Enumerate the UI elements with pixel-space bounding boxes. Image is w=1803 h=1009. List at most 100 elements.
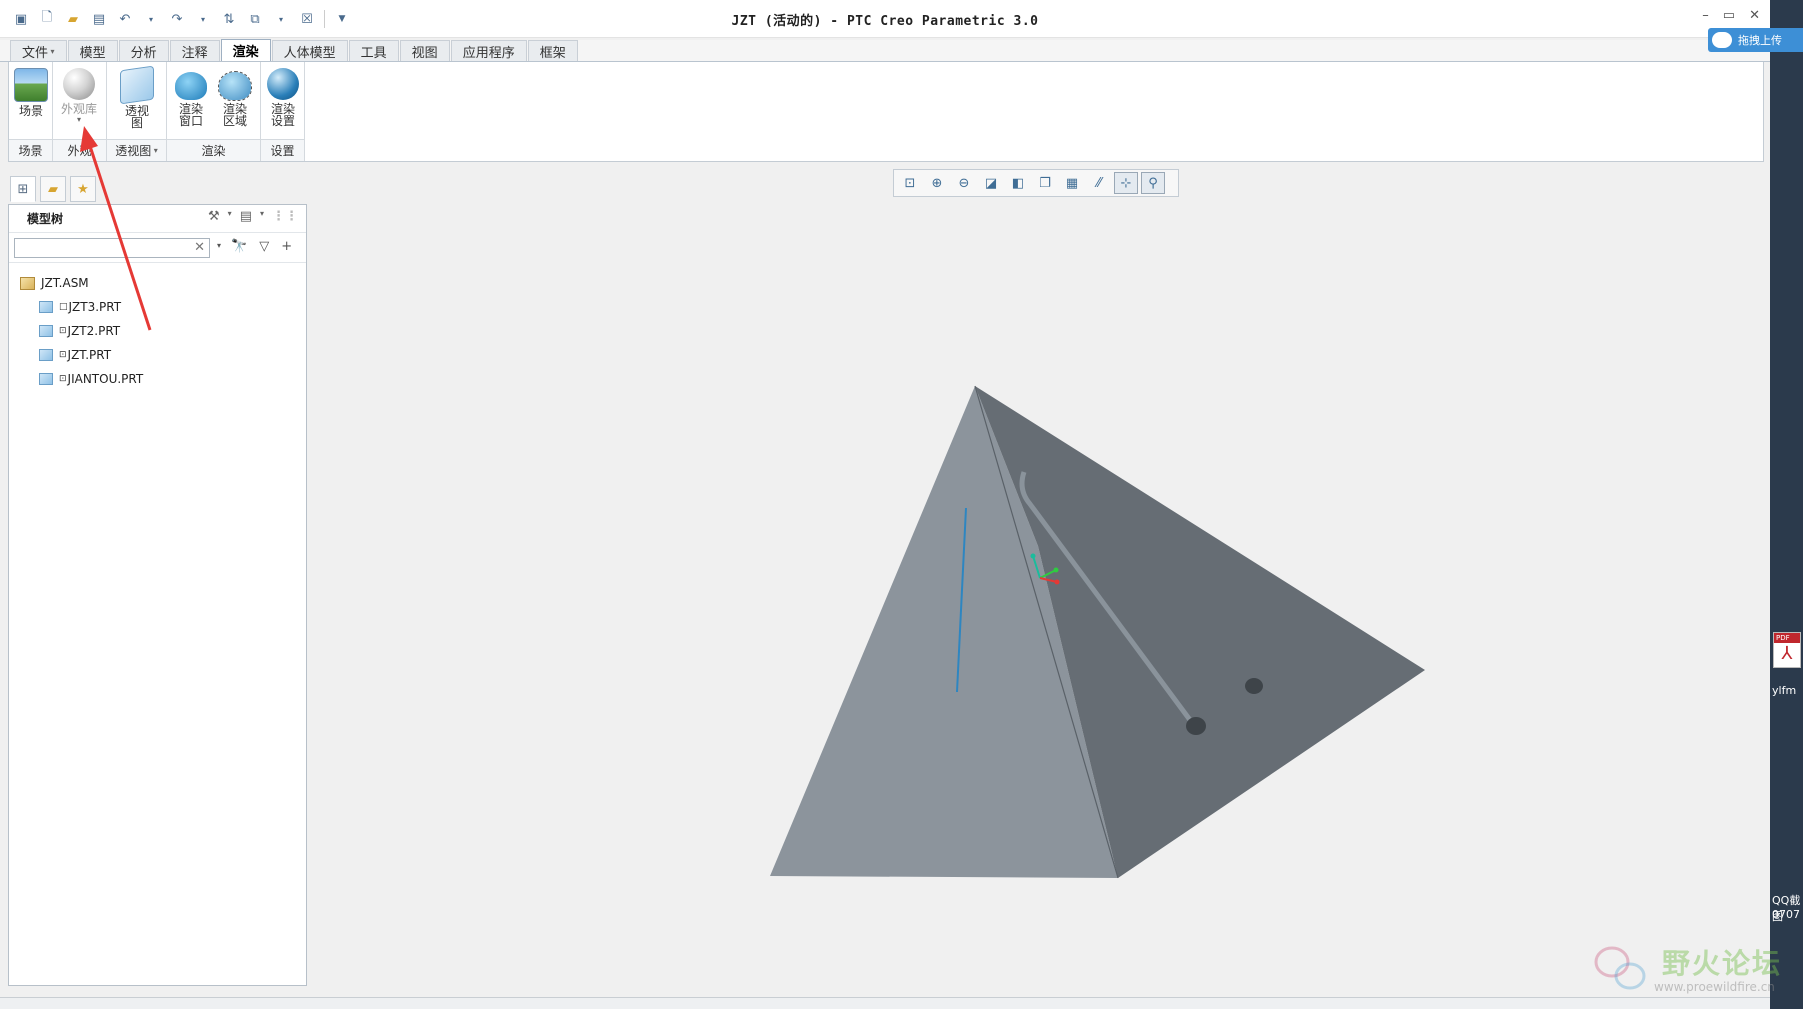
repaint-icon[interactable]: ◪ — [979, 172, 1003, 194]
graphics-area[interactable] — [312, 200, 1764, 986]
chevron-down-icon: ▾ — [48, 46, 55, 56]
part-icon — [39, 301, 53, 313]
part-marker-icon: ⊡ — [59, 350, 67, 360]
part-marker-icon: □ — [59, 302, 68, 312]
render-region-button[interactable]: 渲染区域 — [213, 68, 257, 127]
forum-watermark: 野火论坛 www.proewildfire.cn — [1592, 940, 1802, 1000]
acrobat-icon: ⅄ — [1781, 643, 1793, 664]
filter-icon[interactable]: ▽ — [259, 239, 269, 254]
butterfly-logo-icon — [1594, 946, 1646, 990]
tree-item-jiantou[interactable]: ⊡ JIANTOU.PRT — [9, 367, 306, 391]
clear-search-icon[interactable]: ✕ — [194, 240, 205, 255]
boss-feature-1 — [1186, 717, 1206, 735]
tree-filter-icon[interactable]: ⋮⋮ — [272, 209, 298, 224]
group-label-render: 渲染 — [167, 139, 260, 161]
part-icon — [39, 349, 53, 361]
part-icon — [39, 325, 53, 337]
part-icon — [39, 373, 53, 385]
tab-render[interactable]: 渲染 — [220, 39, 271, 61]
tab-tools[interactable]: 工具 — [348, 40, 399, 61]
tab-analysis[interactable]: 分析 — [118, 40, 169, 61]
assembly-icon — [20, 276, 35, 290]
model-tree-panel: 模型树 ⚒ ▾ ▤ ▾ ⋮⋮ ✕ ▾ 🔭 ▽ + JZT.ASM □ JZT3.… — [8, 204, 307, 986]
model-tree: JZT.ASM □ JZT3.PRT ⊡ JZT2.PRT ⊡ JZT.PRT … — [9, 263, 306, 391]
group-appearance: 外观库 ▾ 外观 — [53, 62, 107, 161]
tab-applications[interactable]: 应用程序 — [450, 40, 527, 61]
refit-icon[interactable]: ⊡ — [898, 172, 922, 194]
close-icon[interactable]: ✕ — [1749, 8, 1760, 23]
group-label-scene: 场景 — [9, 139, 52, 161]
tree-root-item[interactable]: JZT.ASM — [9, 271, 306, 295]
navigator-tabs: ⊞ ▰ ★ — [10, 176, 96, 202]
add-icon[interactable]: + — [281, 239, 292, 254]
boss-feature-2 — [1245, 678, 1263, 694]
view-manager-icon[interactable]: ▦ — [1060, 172, 1084, 194]
appearance-gallery-button[interactable]: 外观库 ▾ — [57, 68, 101, 124]
model-tree-header: 模型树 ⚒ ▾ ▤ ▾ ⋮⋮ — [9, 205, 306, 233]
teapot-region-icon — [218, 71, 252, 101]
group-scene: 场景 场景 — [9, 62, 53, 161]
perspective-button[interactable]: 透视图 — [115, 65, 159, 129]
model-tree-tab-icon[interactable]: ⊞ — [10, 176, 36, 202]
tree-settings-icon[interactable]: ⚒ — [208, 209, 220, 224]
saved-orientations-icon[interactable]: ❐ — [1033, 172, 1057, 194]
render-window-button[interactable]: 渲染窗口 — [169, 68, 213, 127]
pdf-file-icon[interactable]: PDF ⅄ — [1773, 632, 1801, 668]
tab-framework[interactable]: 框架 — [527, 40, 578, 61]
part-marker-icon: ⊡ — [59, 326, 67, 336]
tab-model[interactable]: 模型 — [67, 40, 118, 61]
group-label-appearance: 外观 — [53, 139, 106, 161]
model-tree-search-row: ✕ ▾ 🔭 ▽ + — [9, 233, 306, 263]
tree-item-jzt2[interactable]: ⊡ JZT2.PRT — [9, 319, 306, 343]
shortcut-label-2: 0707 — [1772, 908, 1800, 921]
spin-center-icon[interactable]: ⊹ — [1114, 172, 1138, 194]
render-settings-icon — [267, 68, 299, 100]
window-controls: – ▭ ✕ — [1702, 8, 1760, 23]
scene-button[interactable]: 场景 — [9, 68, 53, 117]
tab-view[interactable]: 视图 — [399, 40, 450, 61]
drag-upload-widget[interactable]: 拖拽上传 — [1708, 28, 1803, 52]
favorites-tab-icon[interactable]: ★ — [70, 176, 96, 202]
title-bar: ▣ 🗋 ▰ ▤ ↶ ▾ ↷ ▾ ⇅ ⧉ ▾ ☒ ▼ JZT (活动的) - PT… — [0, 0, 1770, 38]
desktop-background — [1770, 0, 1803, 1009]
tab-file[interactable]: 文件 ▾ — [10, 40, 67, 61]
model-tree-tools: ⚒ ▾ ▤ ▾ ⋮⋮ — [208, 209, 298, 224]
model-tree-search-input[interactable]: ✕ — [14, 237, 210, 258]
annotation-display-icon[interactable]: ⚲ — [1141, 172, 1165, 194]
display-style-icon[interactable]: ◧ — [1006, 172, 1030, 194]
ribbon-panel: 场景 场景 外观库 ▾ 外观 透视图 透视图 ▾ 渲染窗口 渲染区域 渲染 渲染… — [8, 62, 1764, 162]
tree-item-jzt3[interactable]: □ JZT3.PRT — [9, 295, 306, 319]
tree-item-jzt[interactable]: ⊡ JZT.PRT — [9, 343, 306, 367]
tab-annotate[interactable]: 注释 — [169, 40, 220, 61]
window-title: JZT (活动的) - PTC Creo Parametric 3.0 — [731, 14, 1039, 29]
group-settings: 渲染设置 设置 — [261, 62, 305, 161]
group-label-perspective[interactable]: 透视图 ▾ — [107, 139, 166, 161]
datum-display-icon[interactable]: ⁄⁄ — [1087, 172, 1111, 194]
ribbon-tabs: 文件 ▾ 模型 分析 注释 渲染 人体模型 工具 视图 应用程序 框架 — [0, 39, 1770, 62]
teapot-icon — [175, 72, 207, 100]
group-render: 渲染窗口 渲染区域 渲染 — [167, 62, 261, 161]
binoculars-icon[interactable]: 🔭 — [231, 239, 247, 254]
zoom-out-icon[interactable]: ⊖ — [952, 172, 976, 194]
pdf-file-label: ylfm — [1772, 684, 1797, 697]
show-options-icon[interactable]: ▤ — [240, 209, 252, 224]
creo-window: ▣ 🗋 ▰ ▤ ↶ ▾ ↷ ▾ ⇅ ⧉ ▾ ☒ ▼ JZT (活动的) - PT… — [0, 0, 1803, 1009]
graphics-toolbar: ⊡ ⊕ ⊖ ◪ ◧ ❐ ▦ ⁄⁄ ⊹ ⚲ — [893, 169, 1179, 197]
search-dropdown-icon[interactable]: ▾ — [217, 241, 221, 250]
part-marker-icon: ⊡ — [59, 374, 67, 384]
perspective-cube-icon — [120, 65, 154, 105]
search-tools: 🔭 ▽ + — [231, 239, 292, 254]
tab-manikin[interactable]: 人体模型 — [271, 40, 348, 61]
group-label-settings: 设置 — [261, 139, 304, 161]
maximize-icon[interactable]: ▭ — [1723, 8, 1735, 23]
zoom-in-icon[interactable]: ⊕ — [925, 172, 949, 194]
watermark-url: www.proewildfire.cn — [1654, 980, 1775, 994]
chevron-down-icon[interactable]: ▾ — [260, 209, 264, 224]
chevron-down-icon[interactable]: ▾ — [228, 209, 232, 224]
folder-browser-tab-icon[interactable]: ▰ — [40, 176, 66, 202]
minimize-icon[interactable]: – — [1702, 8, 1709, 23]
render-settings-button[interactable]: 渲染设置 — [261, 68, 305, 127]
chevron-down-icon: ▾ — [76, 115, 81, 124]
landscape-icon — [14, 68, 48, 102]
watermark-title: 野火论坛 — [1662, 947, 1783, 980]
